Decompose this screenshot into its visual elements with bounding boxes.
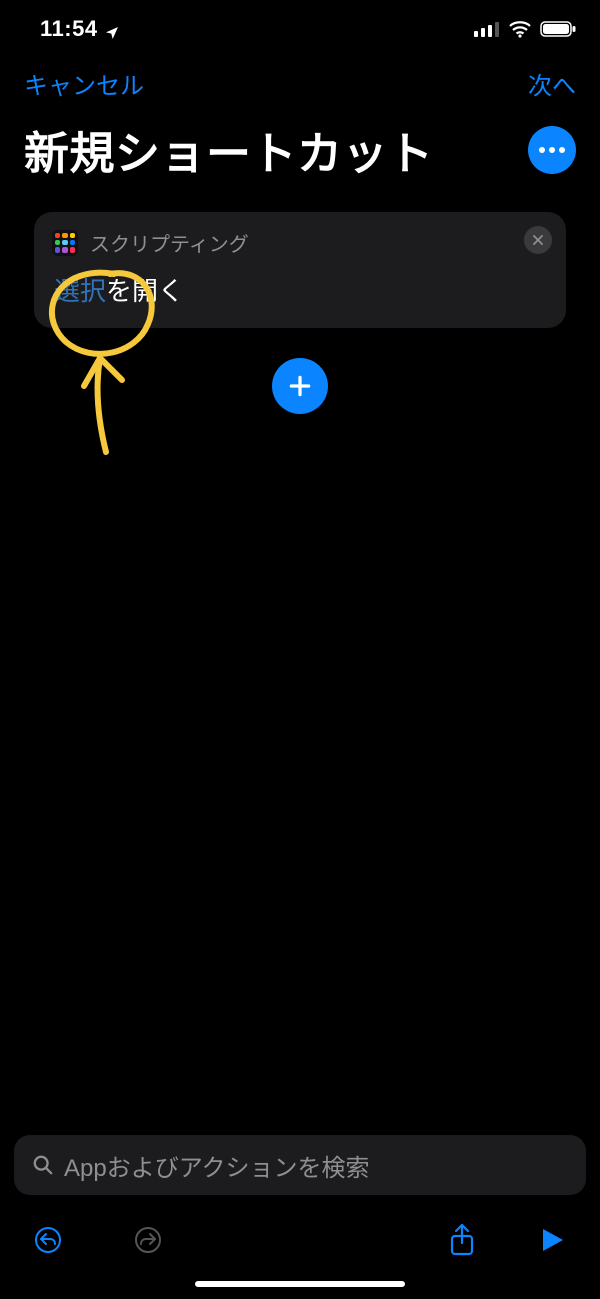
nav-bar: キャンセル 次へ [0, 48, 600, 105]
next-button[interactable]: 次へ [528, 66, 576, 101]
location-icon [104, 21, 120, 37]
cancel-button[interactable]: キャンセル [24, 66, 144, 101]
share-icon [447, 1223, 477, 1257]
search-field[interactable]: Appおよびアクションを検索 [14, 1135, 586, 1195]
status-bar: 11:54 [0, 0, 600, 48]
wifi-icon [508, 20, 532, 38]
bottom-area: Appおよびアクションを検索 [0, 1135, 600, 1299]
action-text: を開く [106, 271, 184, 308]
title-row: 新規ショートカット [0, 105, 600, 206]
undo-button[interactable] [28, 1220, 68, 1260]
home-indicator[interactable] [195, 1281, 405, 1287]
run-button[interactable] [532, 1220, 572, 1260]
search-icon [32, 1154, 54, 1176]
page-title: 新規ショートカット [24, 117, 434, 182]
more-button[interactable] [528, 126, 576, 174]
battery-icon [540, 20, 576, 38]
plus-icon [287, 373, 313, 399]
toolbar [0, 1201, 600, 1271]
remove-action-button[interactable] [524, 226, 552, 254]
ellipsis-icon [539, 147, 565, 153]
status-time: 11:54 [40, 16, 98, 42]
redo-button[interactable] [128, 1220, 168, 1260]
search-wrap: Appおよびアクションを検索 [0, 1135, 600, 1201]
share-button[interactable] [442, 1220, 482, 1260]
action-card[interactable]: スクリプティング 選択 を開く [34, 212, 566, 328]
scripting-icon [52, 230, 78, 256]
status-right [474, 20, 576, 38]
action-category-label: スクリプティング [90, 228, 249, 257]
close-icon [531, 233, 545, 247]
action-body: 選択 を開く [52, 271, 548, 308]
add-action-button[interactable] [272, 358, 328, 414]
redo-icon [133, 1225, 163, 1255]
cell-signal-icon [474, 21, 500, 37]
add-action-row [0, 358, 600, 414]
action-card-header: スクリプティング [52, 228, 548, 257]
action-parameter-token[interactable]: 選択 [54, 271, 106, 308]
undo-icon [33, 1225, 63, 1255]
search-placeholder: Appおよびアクションを検索 [64, 1148, 370, 1183]
status-left: 11:54 [40, 16, 120, 42]
play-icon [539, 1227, 565, 1253]
